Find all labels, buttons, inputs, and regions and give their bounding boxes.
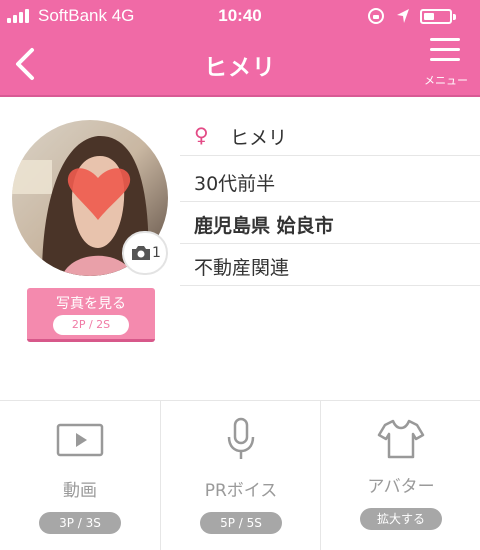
- view-photos-button[interactable]: 写真を見る 2P / 2S: [27, 288, 155, 342]
- view-photos-label: 写真を見る: [56, 296, 126, 312]
- name-row: ♀ ヒメリ: [180, 115, 480, 156]
- female-icon: ♀: [194, 123, 209, 147]
- camera-icon: [132, 246, 150, 260]
- menu-label: メニュー: [424, 74, 468, 87]
- menu-button[interactable]: メニュー: [418, 36, 474, 92]
- page-title: ヒメリ: [204, 55, 276, 81]
- microphone-icon: [227, 417, 255, 459]
- avatar-label: アバター: [367, 477, 435, 497]
- profile-age: 30代前半: [194, 173, 276, 195]
- profile-region: 鹿児島県 姶良市: [194, 215, 334, 237]
- avatar-button[interactable]: アバター 拡大する: [320, 401, 480, 550]
- video-icon: [56, 423, 104, 457]
- photo-count-badge[interactable]: 1: [122, 231, 168, 275]
- age-row: 30代前半: [180, 161, 480, 202]
- media-actions: 動画 3P / 3S PRボイス 5P / 5S アバター 拡大する: [0, 400, 480, 550]
- view-photos-cost: 2P / 2S: [53, 315, 129, 335]
- status-bar: SoftBank 4G 10:40: [0, 0, 480, 34]
- profile-name: ヒメリ: [230, 127, 288, 149]
- profile-occupation: 不動産関連: [194, 257, 290, 279]
- pr-voice-button[interactable]: PRボイス 5P / 5S: [160, 401, 320, 550]
- app-header: SoftBank 4G 10:40 ヒメリ メニュー: [0, 0, 480, 97]
- battery-icon: [420, 9, 452, 24]
- region-row: 鹿児島県 姶良市: [180, 203, 480, 244]
- video-button[interactable]: 動画 3P / 3S: [0, 401, 160, 550]
- avatar-enlarge: 拡大する: [360, 508, 442, 530]
- pr-voice-cost: 5P / 5S: [200, 512, 282, 534]
- video-label: 動画: [63, 481, 97, 501]
- video-cost: 3P / 3S: [39, 512, 121, 534]
- location-arrow-icon: [397, 9, 409, 23]
- battery-tip-icon: [453, 14, 456, 20]
- tshirt-icon: [377, 419, 425, 459]
- hamburger-icon: [430, 38, 460, 62]
- status-icons: [368, 7, 468, 27]
- occupation-row: 不動産関連: [180, 245, 480, 286]
- photo-count: 1: [152, 245, 161, 261]
- rotation-lock-icon: [368, 8, 384, 24]
- pr-voice-label: PRボイス: [204, 481, 278, 501]
